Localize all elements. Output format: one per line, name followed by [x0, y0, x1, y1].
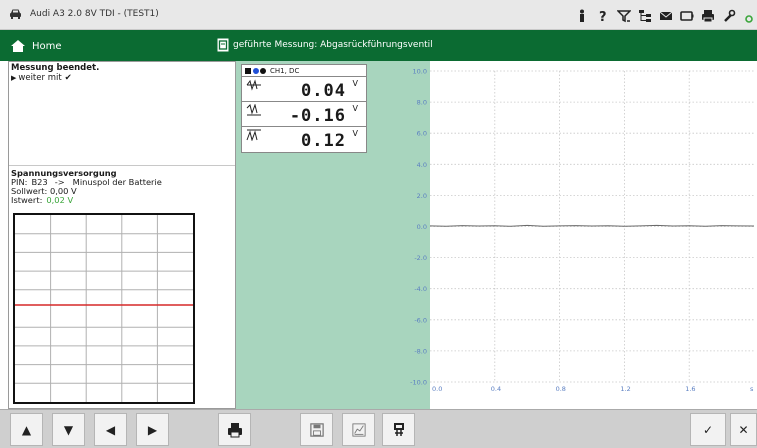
chart-svg: 10.0 8.0 6.0 4.0 2.0 0.0 -2.0 -4.0 -6.0 -8.0 -10.0…: [410, 68, 755, 393]
continue-link-label: weiter mit: [18, 73, 62, 83]
scroll-up-button[interactable]: ▲: [10, 413, 43, 446]
car-icon: [10, 9, 21, 19]
y-tick-label: 4.0: [417, 161, 427, 169]
close-icon: ✕: [738, 422, 749, 437]
title-toolbar: ?: [575, 6, 757, 25]
continue-link[interactable]: ▶ weiter mit ✔: [11, 73, 233, 83]
print-button[interactable]: [218, 413, 251, 446]
home-button[interactable]: Home: [10, 38, 62, 54]
power-supply-info: Spannungsversorgung PIN: B23 -> Minuspol…: [9, 168, 235, 212]
checkmark-icon: ✓: [702, 422, 714, 437]
actual-label: Istwert:: [11, 195, 43, 205]
arrow-right-icon: ▶: [147, 422, 158, 437]
average-unit: V: [352, 79, 358, 88]
triangle-right-icon: ▶: [11, 74, 17, 82]
arrow-down-icon: ▼: [63, 422, 74, 437]
zoom-chart-button[interactable]: [342, 413, 375, 446]
floppy-icon: [309, 422, 324, 437]
y-tick-label: -2.0: [414, 254, 427, 262]
x-tick-label: s: [750, 385, 754, 393]
measurement-title-text: geführte Messung: Abgasrückführungsventi…: [233, 40, 433, 50]
measurement-title: geführte Messung: Abgasrückführungsventi…: [217, 38, 433, 52]
minimum-value: -0.16: [289, 106, 346, 126]
y-tick-label: -4.0: [414, 285, 427, 293]
y-tick-label: -6.0: [414, 316, 427, 324]
y-tick-label: 10.0: [413, 68, 427, 76]
home-icon: [11, 40, 25, 52]
maximum-icon: [246, 129, 261, 141]
oscilloscope-chart: 10.0 8.0 6.0 4.0 2.0 0.0 -2.0 -4.0 -6.0 -8.0 -10.0…: [410, 61, 757, 394]
actual-value: 0,02 V: [46, 195, 74, 205]
person-icon[interactable]: [575, 8, 589, 22]
y-tick-label: 6.0: [417, 130, 427, 138]
tree-icon[interactable]: [638, 8, 652, 22]
bottom-toolbar: ▲ ▼ ◀ ▶ ✓ ✕: [0, 409, 757, 448]
channel-header: CH1, DC: [242, 65, 366, 77]
printer-icon: [227, 422, 242, 437]
y-tick-label: 8.0: [417, 99, 427, 107]
meter-area: CH1, DC 0.04 V -0.16 V 0.12 V: [236, 61, 430, 409]
help-icon[interactable]: ?: [596, 8, 610, 25]
maximum-unit: V: [352, 129, 358, 138]
channel-indicator-icon: [245, 67, 267, 75]
probe-icon: [393, 422, 404, 436]
document-icon: [217, 38, 229, 52]
filter-icon[interactable]: [616, 8, 632, 23]
x-tick-label: 1.6: [685, 385, 695, 393]
svg-text:?: ?: [599, 10, 607, 23]
window-title: Audi A3 2.0 8V TDI - (TEST1): [30, 9, 159, 19]
next-button[interactable]: ▶: [136, 413, 169, 446]
y-tick-label: 2.0: [417, 192, 427, 200]
mail-icon[interactable]: [659, 8, 673, 22]
signal-trace: [429, 224, 755, 227]
setpoint-value: Sollwert: 0,00 V: [11, 186, 77, 196]
meter-row-max: 0.12 V: [242, 127, 366, 152]
home-label: Home: [32, 40, 62, 52]
y-tick-label: -10.0: [410, 379, 427, 387]
average-icon: [246, 79, 261, 91]
previous-button[interactable]: ◀: [94, 413, 127, 446]
x-tick-label: 0.8: [556, 385, 566, 393]
maximum-value: 0.12: [301, 131, 346, 151]
message-title: Messung beendet.: [11, 63, 100, 73]
tools-icon[interactable]: [722, 8, 736, 22]
actual-row: Istwert: 0,02 V: [11, 196, 233, 205]
y-tick-label: -8.0: [414, 347, 427, 355]
minimum-icon: [246, 104, 261, 116]
arrow-up-icon: ▲: [21, 422, 32, 437]
check-icon: ✔: [64, 73, 72, 83]
measure-tool-button[interactable]: [382, 413, 415, 446]
confirm-button[interactable]: ✓: [690, 413, 726, 446]
message-box: Messung beendet. ▶ weiter mit ✔: [9, 62, 235, 166]
close-button[interactable]: ✕: [730, 413, 757, 446]
chart-zoom-icon: [351, 422, 366, 437]
supply-voltage-graph: [13, 213, 195, 404]
arrow-left-icon: ◀: [105, 422, 116, 437]
x-tick-label: 0.0: [432, 385, 442, 393]
print-icon[interactable]: [701, 8, 715, 23]
info-panel: Messung beendet. ▶ weiter mit ✔ Spannung…: [8, 61, 236, 409]
battery-icon[interactable]: [680, 8, 694, 22]
connection-icon: [743, 8, 757, 23]
multimeter-display: CH1, DC 0.04 V -0.16 V 0.12 V: [241, 64, 367, 153]
pin-target: Minuspol der Batterie: [72, 177, 162, 187]
save-button[interactable]: [300, 413, 333, 446]
navigation-bar: Home geführte Messung: Abgasrückführungs…: [0, 30, 757, 61]
x-tick-label: 1.2: [620, 385, 630, 393]
channel-label: CH1, DC: [270, 66, 300, 75]
x-tick-label: 0.4: [491, 385, 501, 393]
meter-row-average: 0.04 V: [242, 77, 366, 102]
minimum-unit: V: [352, 104, 358, 113]
scroll-down-button[interactable]: ▼: [52, 413, 85, 446]
meter-row-min: -0.16 V: [242, 102, 366, 127]
average-value: 0.04: [301, 81, 346, 101]
y-tick-label: 0.0: [417, 223, 427, 231]
title-bar: Audi A3 2.0 8V TDI - (TEST1) ?: [0, 0, 757, 30]
